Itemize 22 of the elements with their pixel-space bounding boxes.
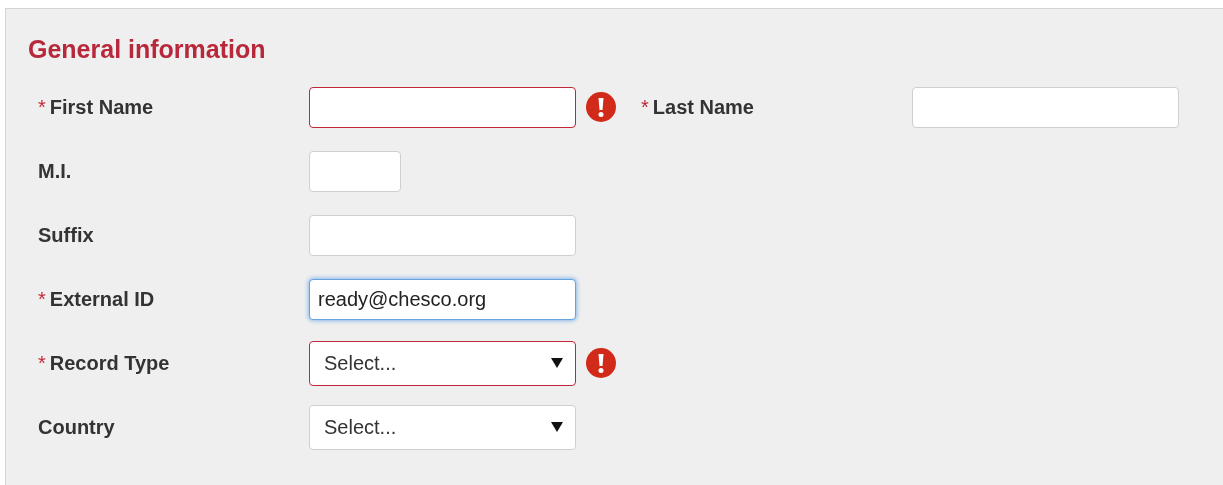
required-mark: * <box>38 287 46 310</box>
select-value: Select... <box>324 415 397 439</box>
error-icon <box>586 92 616 122</box>
field-label: Suffix <box>38 223 95 247</box>
error-icon <box>586 348 616 378</box>
select-dropdown[interactable]: Select... <box>309 404 576 450</box>
field-label: M.I. <box>38 159 73 183</box>
select-dropdown[interactable]: Select... <box>309 340 576 386</box>
select-value: Select... <box>324 351 397 375</box>
text-field[interactable]: ready@chesco.org <box>309 278 576 320</box>
required-mark: * <box>38 351 46 374</box>
section-title: General information <box>28 34 267 65</box>
field-label: * External ID <box>38 287 156 311</box>
caret-icon <box>551 358 563 368</box>
field-label: * First Name <box>38 95 155 119</box>
caret-icon <box>551 422 563 432</box>
field-label: * Last Name <box>641 95 755 119</box>
required-mark: * <box>641 95 649 118</box>
field-label: Country <box>38 415 116 439</box>
field-label: * Record Type <box>38 351 171 375</box>
text-field[interactable] <box>309 86 576 128</box>
required-mark: * <box>38 95 46 118</box>
